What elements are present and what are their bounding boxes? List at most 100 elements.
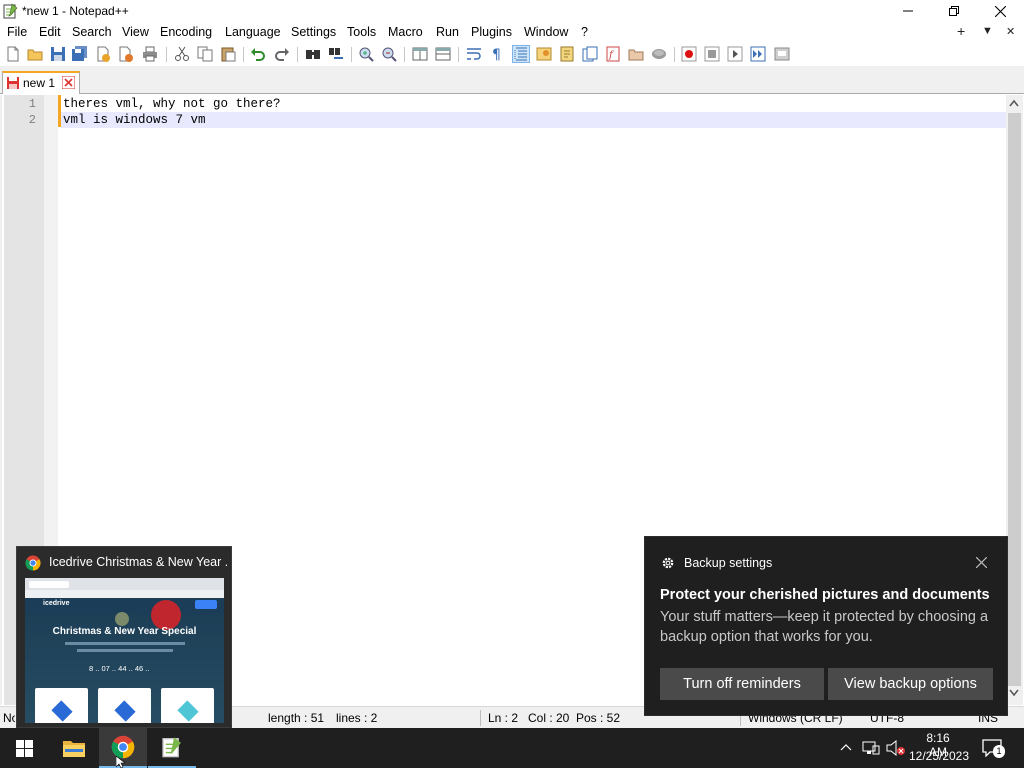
chrome-icon	[25, 555, 41, 571]
undo-icon[interactable]	[250, 46, 266, 62]
network-icon[interactable]	[862, 740, 880, 756]
sync-horizontal-icon[interactable]	[435, 46, 451, 62]
open-file-icon[interactable]	[27, 46, 43, 62]
taskbar-notepadpp[interactable]	[148, 728, 196, 768]
toast-app-name: Backup settings	[684, 556, 773, 570]
redo-icon[interactable]	[274, 46, 290, 62]
preview-thumbnail[interactable]: icedrive Christmas & New Year Special 8 …	[25, 578, 224, 723]
taskbar: 8:16 AM 12/25/2023 1	[0, 728, 1024, 768]
sync-vertical-icon[interactable]	[412, 46, 428, 62]
menu-view[interactable]: View	[122, 25, 149, 39]
find-icon[interactable]	[305, 46, 321, 62]
restore-icon	[949, 6, 959, 16]
window-title: *new 1 - Notepad++	[22, 4, 129, 18]
menu-window[interactable]: Window	[524, 25, 568, 39]
save-icon[interactable]	[50, 46, 66, 62]
backup-notification[interactable]: Backup settings Protect your cherished p…	[644, 536, 1008, 716]
line-number: 1	[28, 97, 36, 111]
turn-off-reminders-button[interactable]: Turn off reminders	[660, 668, 824, 700]
preview-brand: icedrive	[43, 600, 70, 607]
svg-text:¶: ¶	[492, 47, 501, 62]
zoom-out-icon[interactable]	[381, 46, 397, 62]
taskbar-file-explorer[interactable]	[50, 728, 98, 768]
tab-list-button[interactable]: ▼	[982, 25, 993, 37]
minimize-button[interactable]	[885, 0, 931, 22]
tray-date[interactable]: 12/25/2023	[908, 749, 970, 763]
preview-title: Icedrive Christmas & New Year ...	[49, 555, 227, 569]
menu-file[interactable]: File	[7, 25, 27, 39]
close-file-icon[interactable]	[95, 46, 111, 62]
folder-workspace-icon[interactable]	[628, 46, 644, 62]
unsaved-file-icon	[7, 77, 19, 89]
menu-macro[interactable]: Macro	[388, 25, 423, 39]
menu-help[interactable]: ?	[581, 25, 588, 39]
menu-plugins[interactable]: Plugins	[471, 25, 512, 39]
new-tab-button[interactable]: +	[957, 23, 965, 39]
doc-list-icon[interactable]	[582, 46, 598, 62]
restore-button[interactable]	[931, 0, 977, 22]
status-line: Ln : 2	[488, 711, 519, 725]
menu-encoding[interactable]: Encoding	[160, 25, 212, 39]
new-file-icon[interactable]	[5, 46, 21, 62]
print-icon[interactable]	[142, 46, 158, 62]
notepadpp-icon	[3, 3, 18, 19]
code-line[interactable]: theres vml, why not go there?	[63, 97, 281, 111]
menu-settings[interactable]: Settings	[291, 25, 336, 39]
code-line[interactable]: vml is windows 7 vm	[63, 113, 206, 127]
menu-tools[interactable]: Tools	[347, 25, 376, 39]
title-bar: *new 1 - Notepad++	[0, 0, 1024, 22]
menu-edit[interactable]: Edit	[39, 25, 61, 39]
paste-icon[interactable]	[220, 46, 236, 62]
status-pos: Pos : 52	[576, 711, 621, 725]
close-doc-button[interactable]: ✕	[1006, 25, 1015, 38]
close-button[interactable]	[977, 0, 1023, 22]
menu-run[interactable]: Run	[436, 25, 459, 39]
volume-muted-icon[interactable]	[886, 740, 906, 756]
show-all-chars-icon[interactable]: ¶	[489, 46, 505, 62]
tab-label: new 1	[23, 76, 56, 90]
stop-macro-icon[interactable]	[704, 46, 720, 62]
udl-icon[interactable]	[536, 46, 552, 62]
windows-logo-icon	[15, 739, 33, 757]
copy-icon[interactable]	[197, 46, 213, 62]
play-macro-icon[interactable]	[727, 46, 743, 62]
toast-close-icon[interactable]	[976, 557, 987, 568]
doc-map-icon[interactable]	[559, 46, 575, 62]
folder-icon	[63, 741, 85, 757]
cut-icon[interactable]	[174, 46, 190, 62]
replace-icon[interactable]	[328, 46, 344, 62]
mouse-cursor-icon	[116, 756, 125, 768]
notification-count-badge: 1	[993, 745, 1005, 758]
menu-language[interactable]: Language	[225, 25, 281, 39]
word-wrap-icon[interactable]	[466, 46, 482, 62]
status-filetype: Normal text file	[3, 711, 15, 725]
start-button[interactable]	[0, 728, 48, 768]
indent-guide-icon[interactable]	[512, 45, 530, 63]
status-lines: lines : 2	[336, 711, 378, 725]
scroll-down-icon[interactable]	[1009, 689, 1019, 697]
function-list-icon[interactable]: f	[605, 46, 621, 62]
record-macro-icon[interactable]	[681, 46, 697, 62]
toast-body: Your stuff matters—keep it protected by …	[660, 609, 989, 645]
close-tab-icon[interactable]	[62, 76, 75, 89]
view-backup-options-button[interactable]: View backup options	[828, 668, 993, 700]
show-hidden-icons-icon[interactable]	[840, 743, 852, 751]
scrollbar-thumb[interactable]	[1008, 113, 1021, 686]
toolbar: ¶ f	[0, 42, 1024, 66]
status-col: Col : 20	[528, 711, 570, 725]
save-all-icon[interactable]	[72, 46, 88, 62]
monitoring-icon[interactable]	[651, 46, 667, 62]
run-macro-multiple-icon[interactable]	[750, 46, 766, 62]
taskbar-thumbnail-preview[interactable]: Icedrive Christmas & New Year ... icedri…	[16, 546, 232, 728]
zoom-in-icon[interactable]	[358, 46, 374, 62]
action-center-button[interactable]: 1	[980, 736, 1005, 760]
save-macro-icon[interactable]	[774, 46, 790, 62]
menu-search[interactable]: Search	[72, 25, 112, 39]
tab-new-1[interactable]: new 1	[2, 71, 80, 94]
close-all-icon[interactable]	[118, 46, 134, 62]
preview-heading: Christmas & New Year Special	[52, 626, 197, 637]
preview-countdown: 8 .. 07 .. 44 .. 46 ..	[89, 664, 150, 673]
scroll-up-icon[interactable]	[1009, 99, 1019, 107]
menu-bar: File Edit Search View Encoding Language …	[0, 22, 1024, 42]
minimize-icon	[903, 10, 913, 12]
